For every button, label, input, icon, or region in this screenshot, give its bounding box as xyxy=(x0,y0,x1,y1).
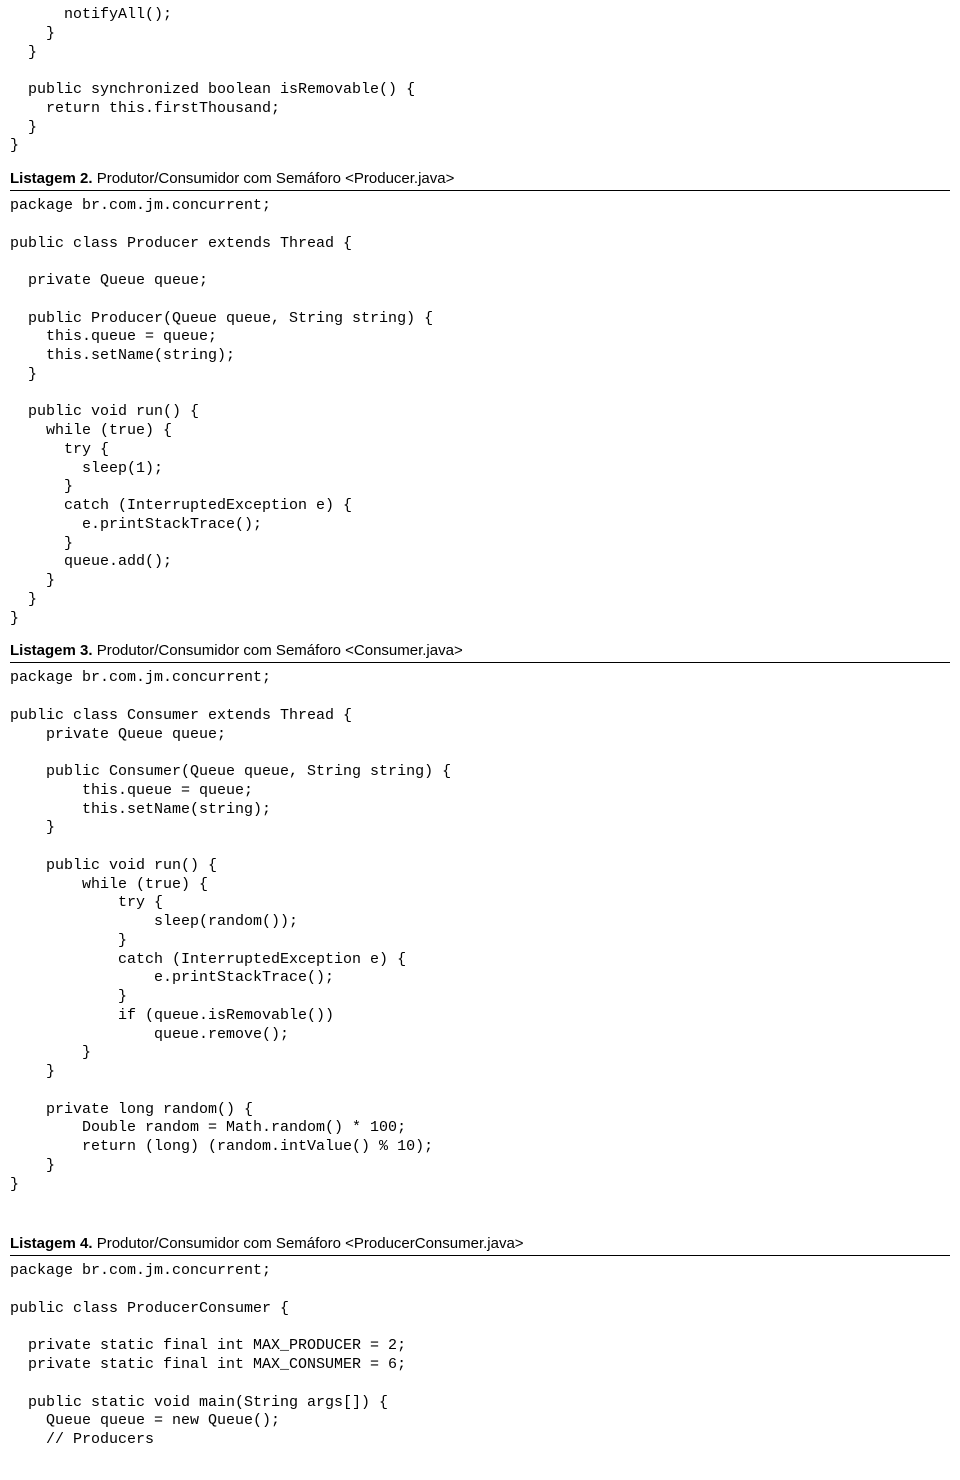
listing-3-label: Listagem 3. xyxy=(10,642,93,659)
listing-3-heading: Listagem 3. Produtor/Consumidor com Semá… xyxy=(10,642,950,663)
listing-2-title: Produtor/Consumidor com Semáforo <Produc… xyxy=(93,170,455,187)
code-block-3: package br.com.jm.concurrent; public cla… xyxy=(10,669,950,1194)
code-block-2: package br.com.jm.concurrent; public cla… xyxy=(10,197,950,628)
listing-4-label: Listagem 4. xyxy=(10,1235,93,1252)
code-block-1: notifyAll(); } } public synchronized boo… xyxy=(10,6,950,156)
listing-2-heading: Listagem 2. Produtor/Consumidor com Semá… xyxy=(10,170,950,191)
listing-2-label: Listagem 2. xyxy=(10,170,93,187)
code-block-4: package br.com.jm.concurrent; public cla… xyxy=(10,1262,950,1450)
document-page: notifyAll(); } } public synchronized boo… xyxy=(0,6,960,1480)
listing-3-title: Produtor/Consumidor com Semáforo <Consum… xyxy=(93,642,463,659)
listing-4-heading: Listagem 4. Produtor/Consumidor com Semá… xyxy=(10,1235,950,1256)
listing-4-title: Produtor/Consumidor com Semáforo <Produc… xyxy=(93,1235,524,1252)
